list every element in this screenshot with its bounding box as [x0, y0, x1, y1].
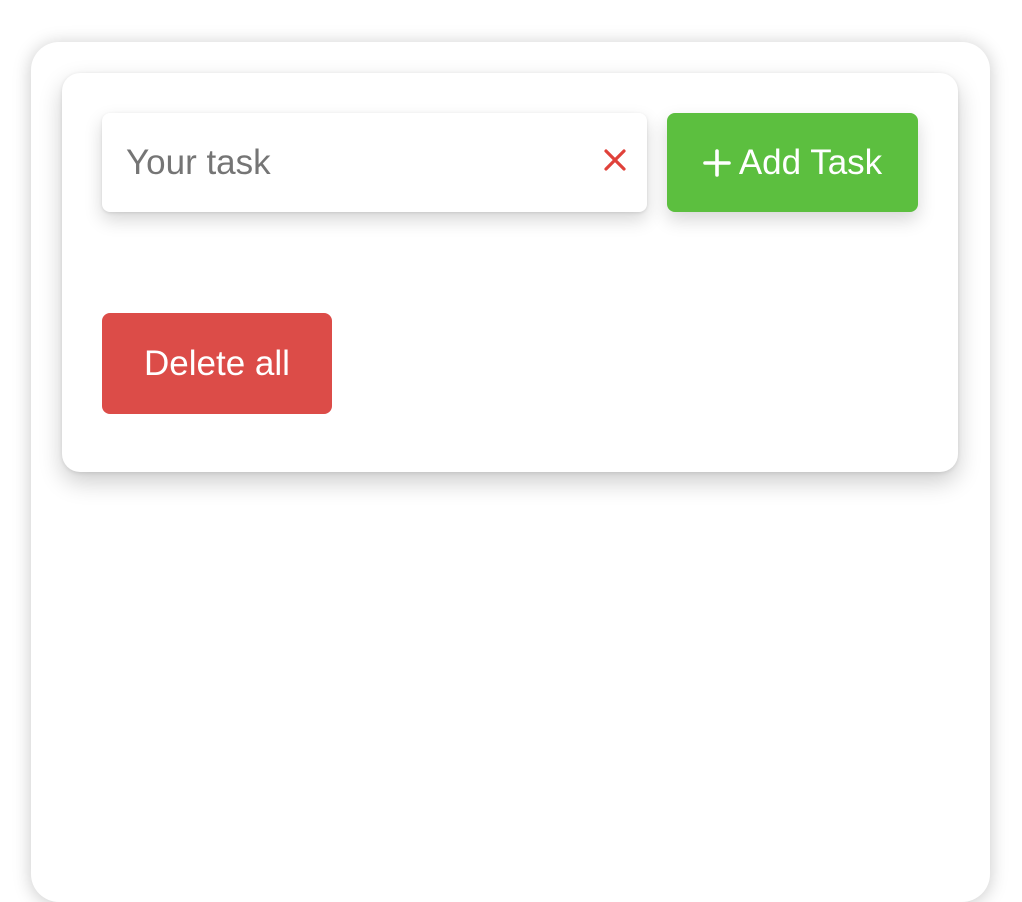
add-task-button[interactable]: Add Task	[667, 113, 918, 212]
close-icon[interactable]	[601, 146, 629, 174]
task-input-container	[102, 113, 647, 212]
task-card: Add Task Delete all	[62, 73, 958, 472]
add-task-label: Add Task	[738, 142, 883, 182]
task-input[interactable]	[102, 113, 582, 212]
plus-icon	[703, 148, 731, 177]
delete-all-button[interactable]: Delete all	[102, 313, 332, 414]
